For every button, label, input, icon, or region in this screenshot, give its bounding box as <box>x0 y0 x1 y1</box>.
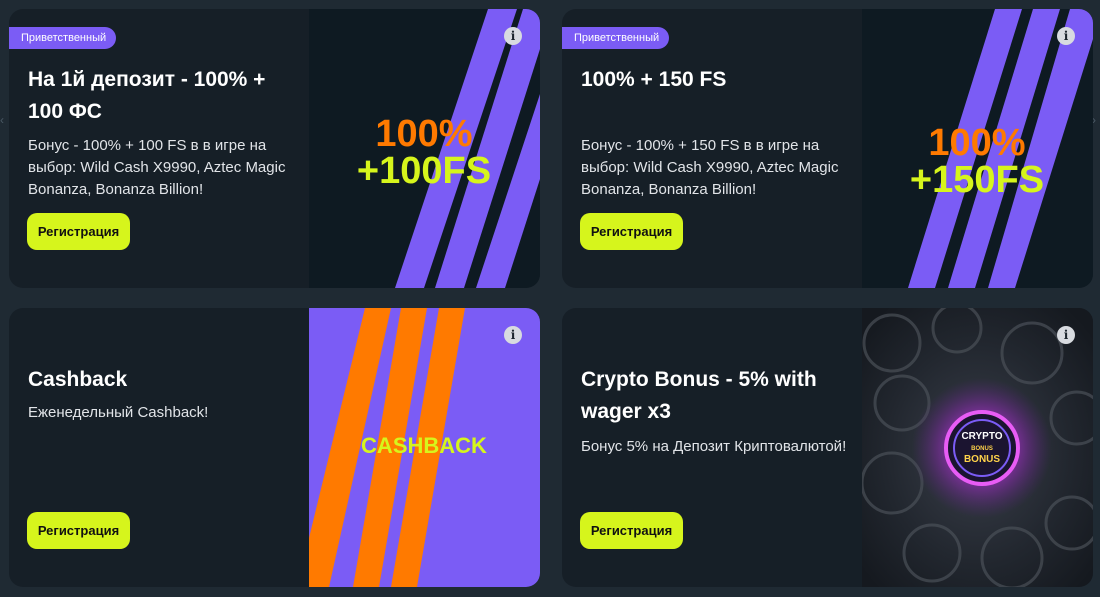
bonus-title: 100% + 150 FS <box>581 68 727 91</box>
bonus-art: 100% +100FS <box>309 9 540 288</box>
bonus-description: Бонус - 100% + 150 FS в в игре на выбор:… <box>581 137 839 198</box>
bonus-title: Cashback <box>28 368 128 391</box>
info-icon[interactable]: i <box>504 27 522 45</box>
register-button[interactable]: Регистрация <box>580 512 683 549</box>
info-icon[interactable]: i <box>504 326 522 344</box>
info-icon[interactable]: i <box>1057 326 1075 344</box>
art-percent-text: 100% <box>375 113 472 155</box>
coin-small-text: BONUS <box>971 446 993 452</box>
bonus-description: Бонус - 100% + 100 FS в в игре на выбор:… <box>28 137 286 198</box>
info-icon[interactable]: i <box>1057 27 1075 45</box>
art-fs-text: +100FS <box>357 150 491 192</box>
carousel-prev-edge[interactable]: ‹ <box>0 110 8 130</box>
bonus-title: Crypto Bonus - 5% with wager x3 <box>581 368 817 423</box>
bonus-card-first-deposit: 100% +100FS Приветственный i На 1й депоз… <box>9 9 540 288</box>
bonus-description: Еженедельный Cashback! <box>28 404 209 421</box>
bonus-description: Бонус 5% на Депозит Криптовалютой! <box>581 438 847 455</box>
bonus-card-150fs: 100% +150FS Приветственный i 100% + 150 … <box>562 9 1093 288</box>
register-button[interactable]: Регистрация <box>580 213 683 250</box>
art-cashback-text: CASHBACK <box>361 433 487 458</box>
carousel-next-edge[interactable]: › <box>1092 110 1100 130</box>
bonus-title: На 1й депозит - 100% + 100 ФС <box>28 68 266 123</box>
bonus-type-badge: Приветственный <box>9 27 117 49</box>
bonus-card-cashback: CASHBACK i Cashback Еженедельный Cashbac… <box>9 308 540 587</box>
coin-crypto-text: CRYPTO <box>961 431 1002 442</box>
register-button[interactable]: Регистрация <box>27 213 130 250</box>
bonus-card-crypto: CRYPTO BONUS BONUS i Crypto Bonus - 5% w… <box>562 308 1093 587</box>
register-button[interactable]: Регистрация <box>27 512 130 549</box>
bonus-type-badge: Приветственный <box>562 27 670 49</box>
bonus-art: 100% +150FS <box>862 9 1093 288</box>
bonus-art: CRYPTO BONUS BONUS <box>862 308 1093 587</box>
art-percent-text: 100% <box>928 122 1025 164</box>
art-fs-text: +150FS <box>910 159 1044 201</box>
coin-bonus-text: BONUS <box>964 454 1000 465</box>
bonus-art: CASHBACK <box>309 308 540 587</box>
